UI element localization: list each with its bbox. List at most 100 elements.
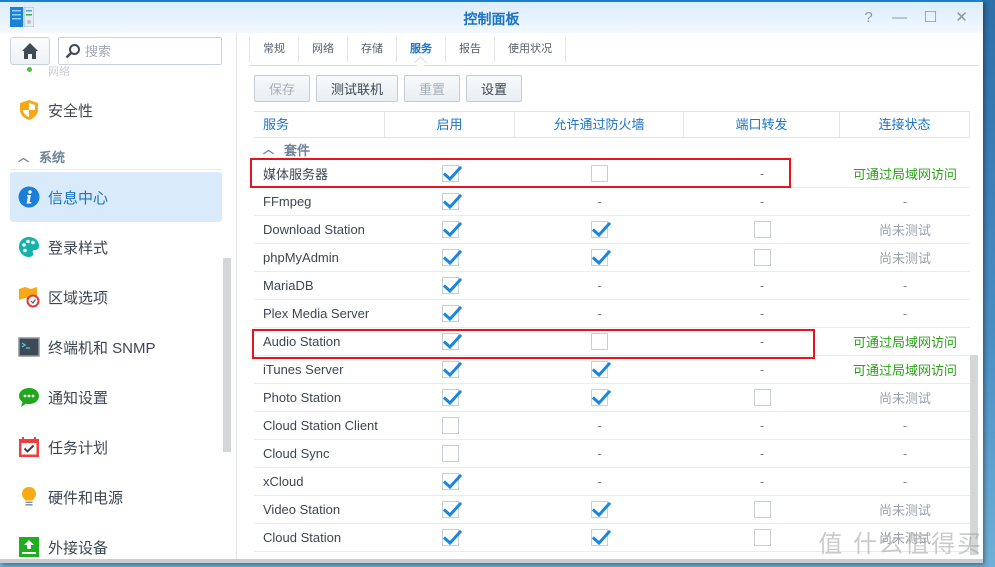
service-name: 媒体服务器 — [263, 167, 329, 182]
enabled-checkbox[interactable] — [441, 193, 462, 210]
table-row[interactable]: iTunes Server - 可通过局域网访问 — [254, 356, 970, 384]
enabled-checkbox[interactable] — [441, 305, 462, 322]
cell-service: Video Station — [254, 496, 385, 523]
help-button[interactable]: ? — [853, 8, 884, 28]
sidebar-group-system[interactable]: ︿ 系统 — [10, 144, 222, 170]
tab-storage[interactable]: 存储 — [348, 37, 397, 62]
table-row[interactable]: Photo Station 尚未测试 — [254, 384, 970, 412]
header-service[interactable]: 服务 — [254, 112, 385, 137]
tab-usage[interactable]: 使用状况 — [495, 37, 566, 62]
maximize-button[interactable]: ☐ — [915, 8, 946, 28]
firewall-checkbox[interactable] — [591, 389, 611, 406]
sidebar-item-info-center[interactable]: 信息中心 — [10, 172, 222, 222]
dash-placeholder: - — [759, 306, 765, 321]
port-forward-checkbox[interactable] — [753, 529, 771, 546]
firewall-checkbox[interactable] — [591, 361, 611, 378]
sidebar-item-regional-options[interactable]: 区域选项 — [10, 272, 222, 322]
save-button[interactable]: 保存 — [254, 75, 311, 102]
port-forward-checkbox[interactable] — [753, 389, 771, 406]
chevron-up-icon: ︿ — [263, 144, 274, 156]
header-firewall[interactable]: 允许通过防火墙 — [515, 112, 684, 137]
enabled-checkbox[interactable] — [441, 165, 462, 182]
sidebar-item-hardware-power[interactable]: 硬件和电源 — [10, 472, 222, 522]
header-enabled[interactable]: 启用 — [385, 112, 515, 137]
enabled-checkbox[interactable] — [441, 277, 462, 294]
close-button[interactable]: ✕ — [946, 8, 977, 28]
dash-placeholder: - — [597, 446, 602, 461]
cell-status: - — [840, 272, 970, 299]
enabled-checkbox[interactable] — [441, 249, 462, 266]
firewall-checkbox[interactable] — [591, 165, 608, 182]
cell-service: Cloud Station Client — [254, 412, 385, 439]
enabled-checkbox[interactable] — [441, 529, 462, 546]
checkmark-icon — [442, 361, 462, 378]
sidebar-item-task-scheduler[interactable]: 任务计划 — [10, 422, 222, 472]
port-forward-checkbox[interactable] — [753, 501, 771, 518]
test-connection-button[interactable]: 测试联机 — [316, 75, 399, 102]
sidebar-item-label: 安全性 — [48, 102, 94, 120]
group-row-packages[interactable]: ︿ 套件 — [254, 138, 970, 160]
dash-placeholder: - — [759, 334, 765, 349]
cell-enabled — [385, 244, 515, 271]
firewall-checkbox[interactable] — [591, 529, 611, 546]
sidebar-item-security[interactable]: 安全性 — [10, 85, 222, 135]
checkmark-icon — [442, 221, 462, 238]
cell-enabled — [385, 440, 515, 467]
table-row[interactable]: Audio Station - 可通过局域网访问 — [254, 328, 970, 356]
table-row[interactable]: 媒体服务器 - 可通过局域网访问 — [254, 160, 970, 188]
search-input[interactable] — [85, 43, 205, 59]
cell-service: 媒体服务器 — [254, 160, 385, 187]
connection-status: - — [902, 474, 908, 489]
checkmark-icon — [592, 501, 611, 518]
firewall-checkbox[interactable] — [591, 333, 608, 350]
enabled-checkbox[interactable] — [441, 445, 459, 462]
table-row[interactable]: FFmpeg - - - — [254, 188, 970, 216]
table-row[interactable]: MariaDB - - - — [254, 272, 970, 300]
tab-network[interactable]: 网络 — [299, 37, 348, 62]
tab-services[interactable]: 服务 — [397, 37, 446, 62]
reset-button[interactable]: 重置 — [404, 75, 461, 102]
table-row[interactable]: Video Station 尚未测试 — [254, 496, 970, 524]
firewall-checkbox[interactable] — [591, 501, 611, 518]
enabled-checkbox[interactable] — [441, 473, 462, 490]
settings-button[interactable]: 设置 — [466, 75, 523, 102]
minimize-button[interactable]: — — [884, 8, 915, 28]
sidebar-item-login-style[interactable]: 登录样式 — [10, 222, 222, 272]
header-port-forward[interactable]: 端口转发 — [684, 112, 840, 137]
service-name: MariaDB — [263, 278, 314, 293]
dash-placeholder: - — [759, 166, 765, 181]
search-box[interactable] — [58, 37, 222, 65]
sidebar-item-terminal-snmp[interactable]: 终端机和 SNMP — [10, 322, 222, 372]
enabled-checkbox[interactable] — [441, 333, 462, 350]
cell-port-forward: - — [684, 468, 840, 495]
enabled-checkbox[interactable] — [441, 389, 462, 406]
sidebar-scrollbar[interactable] — [223, 258, 231, 452]
tab-general[interactable]: 常规 — [249, 37, 299, 62]
connection-status: - — [902, 418, 908, 433]
firewall-checkbox[interactable] — [591, 221, 611, 238]
firewall-checkbox[interactable] — [591, 249, 611, 266]
cell-service: Photo Station — [254, 384, 385, 411]
cell-firewall — [515, 496, 684, 523]
enabled-checkbox[interactable] — [441, 501, 462, 518]
port-forward-checkbox[interactable] — [753, 249, 771, 266]
sidebar-item-notifications[interactable]: 通知设置 — [10, 372, 222, 422]
group-label: 套件 — [284, 142, 311, 158]
tab-reports[interactable]: 报告 — [446, 37, 495, 62]
table-row[interactable]: phpMyAdmin 尚未测试 — [254, 244, 970, 272]
home-button[interactable] — [10, 37, 50, 65]
cell-service: Plex Media Server — [254, 300, 385, 327]
table-row[interactable]: xCloud - - - — [254, 468, 970, 496]
enabled-checkbox[interactable] — [441, 361, 462, 378]
enabled-checkbox[interactable] — [441, 417, 459, 434]
cell-port-forward: - — [684, 160, 840, 187]
table-row[interactable]: Download Station 尚未测试 — [254, 216, 970, 244]
window-title: 控制面板 — [463, 11, 520, 27]
sidebar-item-external-devices[interactable]: 外接设备 — [10, 522, 222, 563]
table-row[interactable]: Cloud Station Client - - - — [254, 412, 970, 440]
table-row[interactable]: Plex Media Server - - - — [254, 300, 970, 328]
enabled-checkbox[interactable] — [441, 221, 462, 238]
table-row[interactable]: Cloud Sync - - - — [254, 440, 970, 468]
header-status[interactable]: 连接状态 — [840, 112, 970, 137]
port-forward-checkbox[interactable] — [753, 221, 771, 238]
